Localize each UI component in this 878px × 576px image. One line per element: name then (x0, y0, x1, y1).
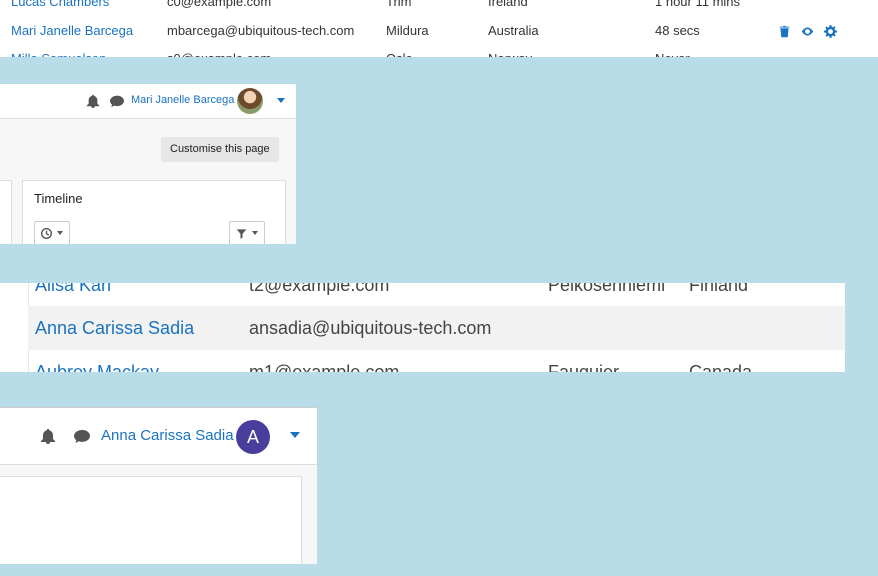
user-email: mbarcega@ubiquitous-tech.com (167, 23, 355, 38)
user-last-access: 1 hour 11 mins (655, 0, 741, 9)
chevron-down-icon (57, 231, 63, 235)
table-row: Milla Samuelsen s0@example.com Oslo Norw… (0, 45, 878, 57)
avatar[interactable]: A (236, 420, 270, 454)
user-country: Ireland (488, 0, 528, 9)
dashboard-fragment: Mari Janelle Barcega Customise this page… (0, 84, 296, 244)
top-navbar: Mari Janelle Barcega (0, 84, 296, 119)
user-last-access: Never (655, 45, 690, 57)
user-last-access: 48 secs (655, 23, 700, 38)
timeline-block: Timeline (22, 180, 286, 244)
user-country: Norway (488, 45, 532, 57)
user-email: c0@example.com (167, 0, 272, 9)
filter-icon (236, 228, 247, 239)
table-edge (0, 283, 29, 372)
chat-icon[interactable] (74, 428, 90, 444)
eye-icon[interactable] (801, 25, 814, 38)
gear-icon[interactable] (824, 24, 837, 38)
dashboard-fragment-2: Anna Carissa Sadia A (0, 407, 317, 564)
table-row: Lucas Chambers c0@example.com Trim Irela… (0, 0, 878, 16)
user-email: m1@example.com (249, 362, 400, 372)
user-name-link[interactable]: Mari Janelle Barcega (11, 17, 133, 45)
chevron-down-icon (252, 231, 258, 235)
table-row: Mari Janelle Barcega mbarcega@ubiquitous… (0, 17, 878, 45)
user-country: Finland (689, 283, 749, 295)
content-card (0, 476, 302, 564)
table-row: Aubrey Mackay m1@example.com Fauquier Ca… (28, 350, 845, 372)
chevron-down-icon[interactable] (277, 98, 285, 103)
clock-icon (41, 227, 52, 239)
user-menu-name[interactable]: Anna Carissa Sadia (101, 427, 234, 444)
bell-icon[interactable] (40, 428, 56, 444)
user-name-link[interactable]: Alisa Kari (35, 283, 111, 307)
row-actions (778, 17, 837, 45)
user-city: Trim (386, 0, 412, 9)
user-menu-name[interactable]: Mari Janelle Barcega (131, 94, 234, 106)
users-table-zoom: Alisa Kari t2@example.com Pelkosenniemi … (0, 283, 845, 372)
table-row: Alisa Kari t2@example.com Pelkosenniemi … (28, 283, 845, 307)
customise-page-button[interactable]: Customise this page (161, 137, 279, 162)
timeline-sort-button[interactable] (34, 221, 70, 244)
chevron-down-icon[interactable] (290, 432, 300, 438)
timeline-filter-button[interactable] (229, 221, 265, 244)
user-email: s0@example.com (167, 45, 271, 57)
trash-icon[interactable] (778, 25, 791, 38)
chat-icon[interactable] (110, 94, 124, 108)
user-name-link[interactable]: Aubrey Mackay (35, 350, 159, 372)
timeline-title: Timeline (34, 191, 83, 206)
user-email: ansadia@ubiquitous-tech.com (249, 318, 492, 338)
user-country: Canada (689, 362, 753, 372)
table-row: Anna Carissa Sadia ansadia@ubiquitous-te… (28, 306, 845, 350)
top-navbar: Anna Carissa Sadia A (0, 408, 317, 465)
user-city: Mildura (386, 23, 429, 38)
user-city: Pelkosenniemi (548, 283, 666, 295)
bell-icon[interactable] (86, 94, 100, 108)
user-city: Fauquier (548, 362, 620, 372)
block-card (0, 180, 12, 244)
avatar[interactable] (237, 88, 263, 114)
users-table-top: Lucas Chambers c0@example.com Trim Irela… (0, 0, 878, 57)
user-name-link[interactable]: Lucas Chambers (11, 0, 109, 16)
user-name-link[interactable]: Milla Samuelsen (11, 45, 106, 57)
user-city: Oslo (386, 45, 413, 57)
user-name-link[interactable]: Anna Carissa Sadia (35, 306, 194, 350)
user-country: Australia (488, 23, 539, 38)
user-email: t2@example.com (249, 283, 390, 295)
